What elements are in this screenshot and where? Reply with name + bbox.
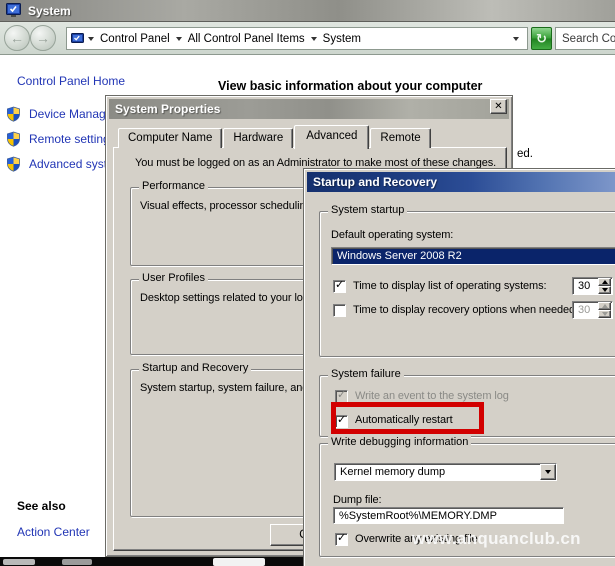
system-properties-tabs: Computer Name Hardware Advanced Remote: [118, 124, 432, 148]
background-text-fragment: ed.: [517, 148, 533, 160]
sidebar-item-remote-settings[interactable]: Remote settings: [6, 131, 116, 147]
overwrite-checkbox[interactable]: [335, 533, 348, 546]
startup-and-recovery-dialog: Startup and Recovery System startup Defa…: [303, 168, 615, 566]
tab-hardware[interactable]: Hardware: [223, 128, 293, 148]
taskbar-fragment: [62, 559, 92, 565]
write-event-label: Write an event to the system log: [355, 390, 509, 402]
time-recovery-spinner: 30: [572, 301, 613, 319]
group-title: System startup: [328, 204, 407, 216]
navigation-bar: ← → Control Panel All Control Panel Item…: [0, 22, 615, 55]
forward-arrow-icon: →: [36, 30, 50, 46]
search-input[interactable]: Search Cont: [555, 27, 615, 50]
time-list-label: Time to display list of operating system…: [353, 280, 546, 292]
refresh-button[interactable]: ↻: [531, 27, 552, 50]
breadcrumb-item-control-panel[interactable]: Control Panel: [97, 33, 173, 45]
spinner-down-button[interactable]: [598, 286, 611, 294]
dialog-title: Startup and Recovery: [313, 175, 437, 189]
close-icon: ✕: [494, 101, 502, 112]
page-title: View basic information about your comput…: [218, 79, 482, 93]
dump-type-value: Kernel memory dump: [335, 464, 540, 480]
startup-recovery-titlebar[interactable]: Startup and Recovery: [307, 172, 615, 192]
breadcrumb-item-all-items[interactable]: All Control Panel Items: [185, 33, 308, 45]
sidebar-item-control-panel-home[interactable]: Control Panel Home: [17, 74, 125, 88]
breadcrumb-separator-icon[interactable]: [176, 37, 182, 41]
taskbar-fragment: [213, 558, 265, 566]
group-description: Visual effects, processor schedulin: [140, 200, 305, 212]
group-title: System failure: [328, 368, 404, 380]
time-recovery-checkbox[interactable]: [333, 304, 346, 317]
dump-file-input[interactable]: %SystemRoot%\MEMORY.DMP: [333, 507, 564, 524]
time-list-checkbox[interactable]: [333, 280, 346, 293]
window-title: System: [28, 4, 71, 18]
time-recovery-value: 30: [573, 302, 598, 318]
refresh-icon: ↻: [536, 31, 547, 47]
system-monitor-icon: [6, 3, 22, 19]
default-os-select[interactable]: Windows Server 2008 R2: [331, 247, 615, 265]
time-recovery-label: Time to display recovery options when ne…: [353, 304, 578, 316]
breadcrumb-separator-icon[interactable]: [311, 37, 317, 41]
sidebar-item-label: Remote settings: [29, 132, 116, 146]
window-titlebar[interactable]: System: [0, 0, 615, 22]
default-os-label: Default operating system:: [331, 229, 453, 241]
group-title: Write debugging information: [328, 436, 471, 448]
taskbar-fragment: [3, 559, 35, 565]
search-placeholder: Search Cont: [562, 33, 615, 45]
forward-button[interactable]: →: [30, 25, 56, 51]
red-highlight-annotation: [331, 402, 484, 434]
time-list-value[interactable]: 30: [573, 278, 598, 294]
group-title: Startup and Recovery: [139, 362, 251, 374]
default-os-value: Windows Server 2008 R2: [332, 248, 615, 264]
tab-remote[interactable]: Remote: [370, 128, 430, 148]
down-arrow-icon: [602, 288, 608, 292]
group-description: System startup, system failure, and: [140, 382, 308, 394]
back-arrow-icon: ←: [10, 30, 24, 46]
tab-computer-name[interactable]: Computer Name: [118, 128, 222, 148]
address-bar[interactable]: Control Panel All Control Panel Items Sy…: [66, 27, 528, 50]
up-arrow-icon: [602, 280, 608, 284]
tab-advanced[interactable]: Advanced: [294, 125, 369, 149]
breadcrumb-dropdown-icon[interactable]: [88, 37, 94, 41]
group-title: User Profiles: [139, 272, 208, 284]
system-properties-titlebar[interactable]: System Properties: [109, 99, 509, 119]
see-also-heading: See also: [17, 499, 66, 513]
up-arrow-icon: [602, 304, 608, 308]
address-history-chevron-icon[interactable]: [513, 37, 519, 41]
screen: System ← → Control Panel All Control Pan…: [0, 0, 615, 566]
down-arrow-icon: [602, 312, 608, 316]
group-title: Performance: [139, 180, 208, 192]
dropdown-arrow-icon: [545, 470, 551, 474]
spinner-down-button: [598, 310, 611, 318]
spinner-up-button: [598, 302, 611, 310]
spinner-up-button[interactable]: [598, 278, 611, 286]
uac-shield-icon: [6, 106, 22, 122]
sidebar-item-action-center[interactable]: Action Center: [17, 525, 90, 539]
sidebar-item-label: Device Manager: [29, 107, 116, 121]
breadcrumb-location-icon: [71, 33, 85, 45]
uac-shield-icon: [6, 131, 22, 147]
breadcrumb-item-system[interactable]: System: [320, 33, 364, 45]
dump-type-select[interactable]: Kernel memory dump: [334, 463, 557, 481]
uac-shield-icon: [6, 156, 22, 172]
dump-file-label: Dump file:: [333, 494, 382, 506]
dropdown-button[interactable]: [540, 464, 556, 480]
dialog-title: System Properties: [115, 102, 220, 116]
back-button[interactable]: ←: [4, 25, 30, 51]
sidebar-item-device-manager[interactable]: Device Manager: [6, 106, 116, 122]
time-list-spinner[interactable]: 30: [572, 277, 613, 295]
watermark-text: www.anquanclub.cn: [412, 529, 581, 549]
close-button[interactable]: ✕: [490, 99, 507, 114]
group-description: Desktop settings related to your log: [140, 292, 309, 304]
